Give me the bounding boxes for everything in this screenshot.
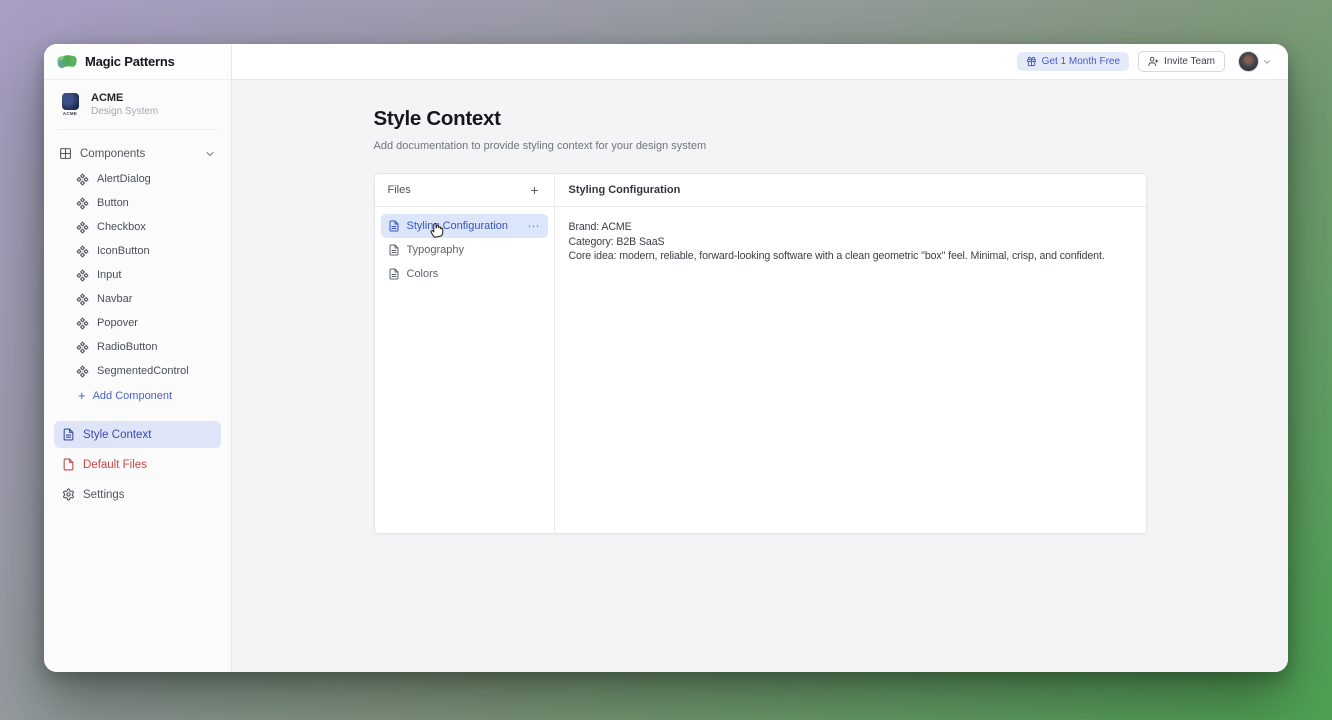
file-name: Styling Configuration [407, 220, 521, 232]
files-list: Styling Configuration ⋯ Typography Color… [375, 207, 554, 293]
component-label: Button [97, 197, 129, 209]
sidebar-item-default-files[interactable]: Default Files [54, 451, 221, 478]
team-logo-caption: ACME [63, 111, 77, 116]
component-icon [76, 293, 89, 306]
sidebar-item-navbar[interactable]: Navbar [54, 287, 221, 311]
sidebar-item-segmentedcontrol[interactable]: SegmentedControl [54, 359, 221, 383]
avatar [1238, 51, 1259, 72]
components-section-toggle[interactable]: Components [54, 140, 221, 167]
sidebar-nav: Components AlertDialog Button Checkbox I… [44, 136, 231, 672]
component-icon [76, 173, 89, 186]
file-item-colors[interactable]: Colors [381, 262, 548, 286]
grid-icon [59, 147, 72, 160]
more-options-icon[interactable]: ⋯ [528, 219, 541, 233]
component-label: Checkbox [97, 221, 146, 233]
detail-body[interactable]: Brand: ACME Category: B2B SaaS Core idea… [555, 207, 1146, 277]
component-icon [76, 245, 89, 258]
account-menu[interactable] [1238, 51, 1272, 72]
file-text-icon [62, 428, 75, 441]
files-panel-header: Files + [375, 174, 554, 207]
sidebar-item-radiobutton[interactable]: RadioButton [54, 335, 221, 359]
component-icon [76, 317, 89, 330]
team-name: ACME [91, 92, 158, 104]
user-plus-icon [1148, 56, 1159, 67]
sidebar: Magic Patterns ACME ACME Design System C… [44, 44, 232, 672]
invite-team-button[interactable]: Invite Team [1138, 51, 1225, 72]
chevron-down-icon [1262, 57, 1272, 67]
sidebar-item-button[interactable]: Button [54, 191, 221, 215]
sidebar-item-settings[interactable]: Settings [54, 481, 221, 508]
settings-label: Settings [83, 489, 125, 501]
sidebar-item-input[interactable]: Input [54, 263, 221, 287]
topbar: Get 1 Month Free Invite Team [232, 44, 1288, 80]
team-logo-image [62, 93, 79, 110]
chevron-down-icon [204, 148, 216, 160]
gear-icon [62, 488, 75, 501]
component-label: SegmentedControl [97, 365, 189, 377]
sidebar-item-iconbutton[interactable]: IconButton [54, 239, 221, 263]
file-name: Colors [407, 268, 541, 280]
promo-label: Get 1 Month Free [1042, 56, 1120, 67]
app-window: Magic Patterns ACME ACME Design System C… [44, 44, 1288, 672]
detail-panel-header: Styling Configuration [555, 174, 1146, 207]
team-switcher[interactable]: ACME ACME Design System [44, 80, 231, 127]
component-label: IconButton [97, 245, 150, 257]
sidebar-item-style-context[interactable]: Style Context [54, 421, 221, 448]
page-subtitle: Add documentation to provide styling con… [374, 140, 1147, 152]
style-context-card: Files + Styling Configuration ⋯ T [374, 173, 1147, 534]
component-icon [76, 341, 89, 354]
file-text-icon [388, 268, 400, 280]
sidebar-item-alertdialog[interactable]: AlertDialog [54, 167, 221, 191]
team-logo: ACME [58, 93, 82, 116]
add-component-button[interactable]: + Add Component [54, 383, 221, 409]
sidebar-item-checkbox[interactable]: Checkbox [54, 215, 221, 239]
sidebar-divider [58, 129, 217, 130]
sidebar-item-popover[interactable]: Popover [54, 311, 221, 335]
files-header-label: Files [388, 184, 411, 196]
page-content: Style Context Add documentation to provi… [232, 80, 1288, 672]
file-item-styling-configuration[interactable]: Styling Configuration ⋯ [381, 214, 548, 238]
component-icon [76, 269, 89, 282]
magic-patterns-logo-icon [57, 53, 78, 70]
team-subtitle: Design System [91, 106, 158, 117]
add-component-label: Add Component [93, 390, 173, 402]
component-icon [76, 221, 89, 234]
component-label: Popover [97, 317, 138, 329]
plus-icon: + [78, 391, 86, 401]
invite-label: Invite Team [1164, 56, 1215, 67]
detail-line-category: Category: B2B SaaS [569, 235, 1132, 250]
style-context-label: Style Context [83, 429, 151, 441]
detail-panel: Styling Configuration Brand: ACME Catego… [555, 174, 1146, 533]
component-icon [76, 365, 89, 378]
file-text-icon [388, 220, 400, 232]
component-label: Input [97, 269, 121, 281]
file-name: Typography [407, 244, 541, 256]
main-area: Get 1 Month Free Invite Team Style Conte… [232, 44, 1288, 672]
detail-line-core-idea: Core idea: modern, reliable, forward-loo… [569, 249, 1132, 264]
component-icon [76, 197, 89, 210]
gift-icon [1026, 56, 1037, 67]
component-label: RadioButton [97, 341, 158, 353]
files-panel: Files + Styling Configuration ⋯ T [375, 174, 555, 533]
brand-name: Magic Patterns [85, 54, 175, 69]
detail-line-brand: Brand: ACME [569, 220, 1132, 235]
page-title: Style Context [374, 107, 1147, 131]
file-item-typography[interactable]: Typography [381, 238, 548, 262]
component-label: AlertDialog [97, 173, 151, 185]
add-file-button[interactable]: + [528, 183, 540, 197]
brand-header: Magic Patterns [44, 44, 231, 80]
default-files-label: Default Files [83, 459, 147, 471]
get-month-free-button[interactable]: Get 1 Month Free [1017, 52, 1129, 71]
component-label: Navbar [97, 293, 132, 305]
components-label: Components [80, 148, 145, 160]
file-icon [62, 458, 75, 471]
file-text-icon [388, 244, 400, 256]
